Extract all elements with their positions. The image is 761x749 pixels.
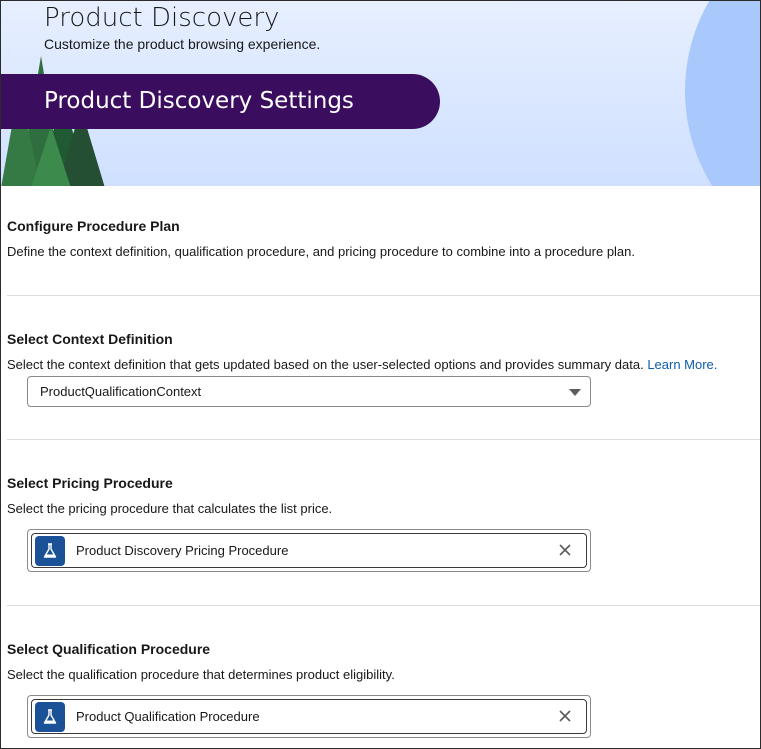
selected-pricing-procedure-pill[interactable]: Product Discovery Pricing Procedure xyxy=(31,533,587,568)
pricing-procedure-section: Select Pricing Procedure Select the pric… xyxy=(7,475,759,516)
qualification-procedure-lookup[interactable]: Product Qualification Procedure xyxy=(27,695,591,738)
page-header: Product Discovery Customize the product … xyxy=(1,1,760,186)
selected-qualification-procedure-pill[interactable]: Product Qualification Procedure xyxy=(31,699,587,734)
settings-banner: Product Discovery Settings xyxy=(1,74,440,129)
page-subtitle: Customize the product browsing experienc… xyxy=(44,36,321,52)
selected-context-definition: ProductQualificationContext xyxy=(40,384,202,399)
procedure-plan-section: Configure Procedure Plan Define the cont… xyxy=(7,218,759,259)
section-title: Configure Procedure Plan xyxy=(7,218,180,234)
context-definition-select[interactable]: ProductQualificationContext xyxy=(27,376,591,407)
section-title: Select Qualification Procedure xyxy=(7,641,211,657)
section-divider xyxy=(7,295,760,296)
close-icon[interactable] xyxy=(558,709,572,723)
chevron-down-icon xyxy=(569,389,581,396)
decorative-circle xyxy=(685,1,760,186)
section-description: Select the pricing procedure that calcul… xyxy=(7,501,333,516)
pricing-procedure-lookup[interactable]: Product Discovery Pricing Procedure xyxy=(27,529,591,572)
context-definition-section: Select Context Definition Select the con… xyxy=(7,331,759,372)
qualification-procedure-section: Select Qualification Procedure Select th… xyxy=(7,641,759,682)
page-title: Product Discovery xyxy=(44,3,280,33)
section-description: Select the qualification procedure that … xyxy=(7,667,395,682)
close-icon[interactable] xyxy=(558,543,572,557)
section-title: Select Context Definition xyxy=(7,331,173,347)
description-text: Select the context definition that gets … xyxy=(7,357,644,372)
flask-icon xyxy=(35,535,65,566)
banner-title: Product Discovery Settings xyxy=(44,88,354,114)
section-divider xyxy=(7,439,760,440)
section-description: Define the context definition, qualifica… xyxy=(7,244,636,259)
learn-more-link[interactable]: Learn More. xyxy=(647,357,717,372)
pill-label: Product Discovery Pricing Procedure xyxy=(76,543,289,558)
pill-label: Product Qualification Procedure xyxy=(76,709,260,724)
section-title: Select Pricing Procedure xyxy=(7,475,173,491)
section-divider xyxy=(7,605,760,606)
section-description: Select the context definition that gets … xyxy=(7,357,759,372)
flask-icon xyxy=(35,701,65,732)
